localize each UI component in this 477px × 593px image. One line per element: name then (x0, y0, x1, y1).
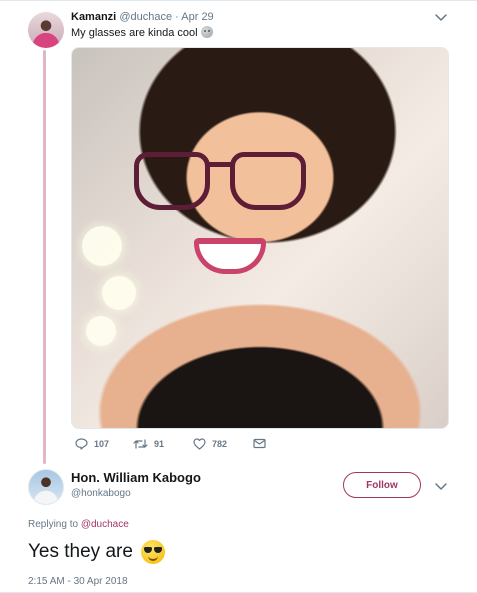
photo-bokeh-light (86, 316, 116, 346)
tweet-header: Kamanzi @duchace · Apr 29 (71, 11, 214, 23)
chevron-down-icon[interactable] (434, 482, 448, 492)
envelope-icon (253, 438, 266, 449)
reply-icon (75, 438, 88, 450)
tweet-conversation: Kamanzi @duchace · Apr 29 My glasses are… (0, 0, 477, 593)
photo-bokeh-light (82, 226, 122, 266)
avatar[interactable] (28, 12, 64, 48)
reply-timestamp[interactable]: 2:15 AM - 30 Apr 2018 (28, 576, 128, 587)
photo-bokeh-light (102, 276, 136, 310)
replying-to-prefix: Replying to (28, 519, 79, 530)
author-name[interactable]: Kamanzi (71, 11, 116, 23)
retweet-icon (133, 439, 148, 449)
avatar[interactable] (28, 469, 64, 505)
tweet-text: My glasses are kinda cool (71, 26, 213, 39)
separator-dot: · (175, 11, 179, 23)
tweet-photo[interactable] (71, 47, 449, 429)
like-count: 782 (212, 439, 228, 449)
divider-top (0, 0, 477, 1)
tweet-text-content: My glasses are kinda cool (71, 27, 198, 39)
direct-message-action[interactable] (253, 438, 266, 449)
chevron-down-icon[interactable] (434, 13, 448, 23)
follow-button[interactable]: Follow (343, 472, 421, 498)
tweet-date[interactable]: Apr 29 (181, 11, 213, 23)
retweet-action[interactable]: 91 (133, 438, 164, 450)
moon-face-emoji-icon (200, 26, 213, 38)
heart-icon (193, 438, 206, 450)
reply-author-name[interactable]: Hon. William Kabogo (71, 470, 201, 485)
sunglasses-emoji-icon (140, 540, 165, 564)
author-handle[interactable]: @duchace (119, 11, 172, 23)
photo-smile (194, 238, 266, 274)
reply-tweet-text: Yes they are (28, 540, 165, 564)
reply-author-handle[interactable]: @honkabogo (71, 488, 131, 499)
reply-action[interactable]: 107 (75, 438, 109, 450)
retweet-count: 91 (154, 439, 165, 449)
replying-to-line: Replying to @duchace (28, 519, 129, 530)
photo-glasses-right-lens (230, 152, 306, 210)
reply-text-content: Yes they are (28, 541, 133, 562)
replying-to-handle[interactable]: @duchace (81, 519, 129, 530)
photo-glasses-left-lens (134, 152, 210, 210)
thread-connector-line (43, 50, 46, 464)
like-action[interactable]: 782 (193, 438, 227, 450)
reply-count: 107 (94, 439, 110, 449)
